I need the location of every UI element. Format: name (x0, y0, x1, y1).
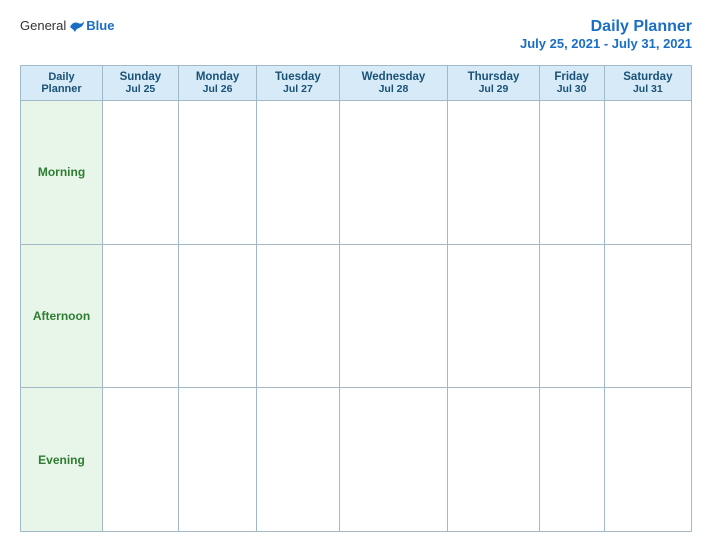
col-monday: Monday Jul 26 (178, 66, 257, 101)
afternoon-wednesday-cell[interactable] (339, 244, 448, 388)
morning-sunday-cell[interactable] (103, 101, 179, 245)
morning-saturday-cell[interactable] (604, 101, 691, 245)
tuesday-name: Tuesday (261, 71, 334, 83)
sunday-date: Jul 25 (107, 83, 174, 95)
friday-name: Friday (544, 71, 600, 83)
afternoon-tuesday-cell[interactable] (257, 244, 339, 388)
monday-name: Monday (183, 71, 253, 83)
tuesday-date: Jul 27 (261, 83, 334, 95)
wednesday-date: Jul 28 (344, 83, 444, 95)
logo-blue-text: Blue (86, 18, 114, 33)
afternoon-friday-cell[interactable] (539, 244, 604, 388)
afternoon-monday-cell[interactable] (178, 244, 257, 388)
title-area: Daily Planner July 25, 2021 - July 31, 2… (520, 18, 692, 51)
col-tuesday: Tuesday Jul 27 (257, 66, 339, 101)
page-title: Daily Planner (520, 18, 692, 36)
evening-sunday-cell[interactable] (103, 388, 179, 532)
col-thursday: Thursday Jul 29 (448, 66, 539, 101)
afternoon-row: Afternoon (21, 244, 692, 388)
monday-date: Jul 26 (183, 83, 253, 95)
morning-monday-cell[interactable] (178, 101, 257, 245)
morning-row: Morning (21, 101, 692, 245)
morning-tuesday-cell[interactable] (257, 101, 339, 245)
afternoon-thursday-cell[interactable] (448, 244, 539, 388)
logo-area: General Blue (20, 18, 114, 33)
afternoon-sunday-cell[interactable] (103, 244, 179, 388)
page-subtitle: July 25, 2021 - July 31, 2021 (520, 36, 692, 51)
col-sunday: Sunday Jul 25 (103, 66, 179, 101)
sunday-name: Sunday (107, 71, 174, 83)
evening-saturday-cell[interactable] (604, 388, 691, 532)
evening-tuesday-cell[interactable] (257, 388, 339, 532)
logo-general-text: General (20, 18, 66, 33)
page: General Blue Daily Planner July 25, 2021… (0, 0, 712, 550)
evening-friday-cell[interactable] (539, 388, 604, 532)
logo-bird-icon (68, 19, 86, 33)
planner-header-label: DailyPlanner (41, 71, 81, 95)
col-friday: Friday Jul 30 (539, 66, 604, 101)
thursday-date: Jul 29 (452, 83, 534, 95)
saturday-name: Saturday (609, 71, 687, 83)
morning-label: Morning (21, 101, 103, 245)
morning-friday-cell[interactable] (539, 101, 604, 245)
saturday-date: Jul 31 (609, 83, 687, 95)
wednesday-name: Wednesday (344, 71, 444, 83)
afternoon-saturday-cell[interactable] (604, 244, 691, 388)
evening-monday-cell[interactable] (178, 388, 257, 532)
col-wednesday: Wednesday Jul 28 (339, 66, 448, 101)
evening-row: Evening (21, 388, 692, 532)
evening-thursday-cell[interactable] (448, 388, 539, 532)
afternoon-label: Afternoon (21, 244, 103, 388)
header-row: DailyPlanner Sunday Jul 25 Monday Jul 26… (21, 66, 692, 101)
morning-thursday-cell[interactable] (448, 101, 539, 245)
evening-label: Evening (21, 388, 103, 532)
calendar-table: DailyPlanner Sunday Jul 25 Monday Jul 26… (20, 65, 692, 532)
evening-wednesday-cell[interactable] (339, 388, 448, 532)
friday-date: Jul 30 (544, 83, 600, 95)
thursday-name: Thursday (452, 71, 534, 83)
planner-header-cell: DailyPlanner (21, 66, 103, 101)
morning-wednesday-cell[interactable] (339, 101, 448, 245)
header: General Blue Daily Planner July 25, 2021… (20, 18, 692, 51)
col-saturday: Saturday Jul 31 (604, 66, 691, 101)
logo-text: General Blue (20, 18, 114, 33)
